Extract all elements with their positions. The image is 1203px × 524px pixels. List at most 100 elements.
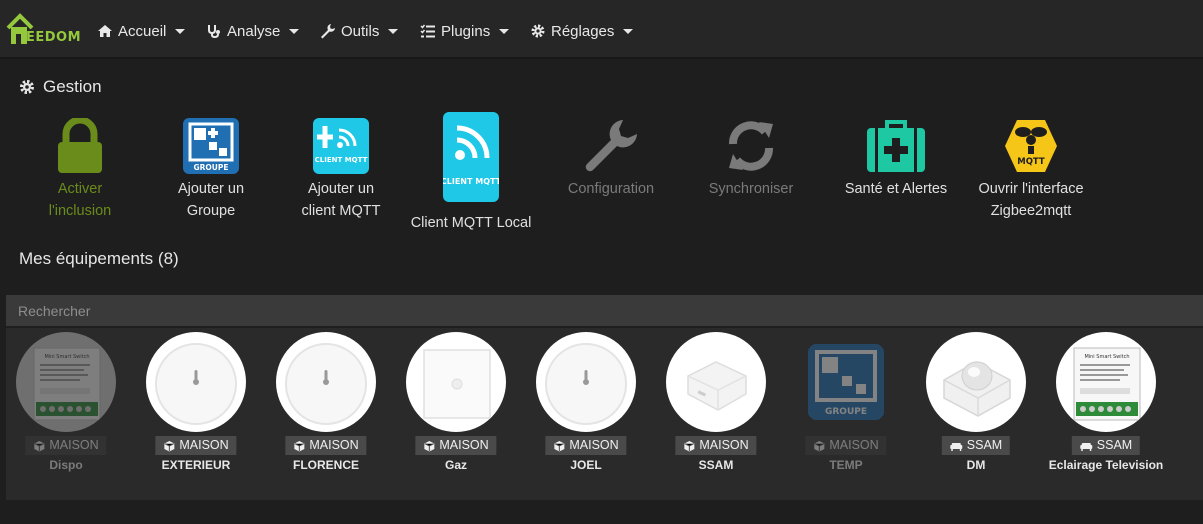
motion-sensor-icon xyxy=(943,361,1011,417)
cube-icon xyxy=(814,440,825,451)
logo-text: EEDOM xyxy=(26,30,82,45)
wrench-icon xyxy=(321,24,335,39)
gear-icon xyxy=(20,80,34,94)
equipment-image: Mini Smart Switch xyxy=(1056,332,1156,432)
mqtt-client-local-icon: CLIENT MQTT xyxy=(443,112,499,202)
chevron-down-icon xyxy=(175,28,186,34)
add-group-button[interactable]: GROUPE Ajouter un Groupe xyxy=(161,118,261,222)
add-mqtt-client-line1: Ajouter un xyxy=(307,181,375,197)
equipment-card[interactable]: MAISON JOEL xyxy=(526,332,646,482)
object-badge: MAISON xyxy=(415,436,497,455)
lock-icon xyxy=(58,118,102,173)
health-alerts-label: Santé et Alertes xyxy=(844,181,948,197)
open-zigbee2mqtt-button[interactable]: MQTT Ouvrir l'interface Zigbee2mqtt xyxy=(972,118,1090,222)
equipment-card[interactable]: MAISON SSAM xyxy=(656,332,776,482)
cube-icon xyxy=(684,440,695,451)
sofa-icon xyxy=(1080,442,1093,451)
equipment-card[interactable]: GROUPE MAISON TEMP xyxy=(786,332,906,482)
mqtt-client-add-icon: CLIENT MQTT xyxy=(313,118,369,174)
cube-icon xyxy=(34,440,45,451)
object-badge: SSAM xyxy=(1071,436,1141,455)
gestion-title-text: Gestion xyxy=(43,77,102,96)
nav-reglages[interactable]: Réglages xyxy=(530,20,634,42)
nav-analyse[interactable]: Analyse xyxy=(206,20,300,42)
equipment-name: Eclairage Television xyxy=(1048,458,1164,472)
activate-inclusion-line1: Activer xyxy=(57,181,103,197)
equipment-image xyxy=(276,332,376,432)
equipment-card[interactable]: MAISON FLORENCE xyxy=(266,332,386,482)
equipment-name: JOEL xyxy=(570,458,602,472)
equipment-list: Mini Smart Switch MAISON Dispo MAISON EX… xyxy=(6,328,1203,500)
nav-analyse-label: Analyse xyxy=(227,22,281,40)
health-alerts-button[interactable]: Santé et Alertes xyxy=(836,118,956,200)
sync-icon xyxy=(729,121,773,171)
zigbee2mqtt-bee-icon: MQTT xyxy=(1005,120,1057,172)
mqtt-icon-text: MQTT xyxy=(1017,157,1045,167)
object-name: MAISON xyxy=(569,438,619,452)
object-badge: MAISON xyxy=(545,436,627,455)
nav-accueil[interactable]: Accueil xyxy=(97,20,186,42)
equipment-card[interactable]: Mini Smart Switch SSAM Eclairage Televis… xyxy=(1046,332,1166,482)
add-group-line1: Ajouter un xyxy=(177,181,245,197)
configuration-label: Configuration xyxy=(567,181,655,197)
nav-plugins[interactable]: Plugins xyxy=(420,20,510,42)
groupe-icon-text: GROUPE xyxy=(193,163,228,172)
search-input[interactable] xyxy=(6,295,1203,326)
chevron-down-icon xyxy=(499,28,510,34)
object-name: SSAM xyxy=(1096,438,1133,452)
object-name: MAISON xyxy=(179,438,229,452)
cube-icon xyxy=(424,440,435,451)
equipment-card[interactable]: SSAM DM xyxy=(916,332,1036,482)
object-name: SSAM xyxy=(966,438,1003,452)
cube-icon xyxy=(294,440,305,451)
object-badge: MAISON xyxy=(155,436,237,455)
nav-outils[interactable]: Outils xyxy=(320,20,399,42)
equipment-name: SSAM xyxy=(698,458,734,472)
object-badge: MAISON xyxy=(25,436,107,455)
chevron-down-icon xyxy=(289,28,300,34)
equipment-name: DM xyxy=(966,458,986,472)
client-mqtt-local-button[interactable]: CLIENT MQTT Client MQTT Local xyxy=(405,112,537,234)
switch-label: Mini Smart Switch xyxy=(1084,354,1129,360)
add-group-line2: Groupe xyxy=(186,203,236,219)
chevron-down-icon xyxy=(623,28,634,34)
equipment-card[interactable]: MAISON Gaz xyxy=(396,332,516,482)
client-mqtt-local-icon-text: CLIENT MQTT xyxy=(443,177,499,186)
equipments-title: Mes équipements (8) xyxy=(19,249,179,268)
configuration-button[interactable]: Configuration xyxy=(560,118,662,200)
jeedom-logo[interactable]: EEDOM xyxy=(6,12,82,46)
top-navbar: EEDOM Accueil Analyse Outils Plugins Rég… xyxy=(0,0,1203,59)
stethoscope-icon xyxy=(208,25,220,39)
object-badge: SSAM xyxy=(941,436,1011,455)
object-badge: MAISON xyxy=(805,436,887,455)
chevron-down-icon xyxy=(388,28,399,34)
activate-inclusion-button[interactable]: Activer l'inclusion xyxy=(30,118,130,222)
equipment-image xyxy=(146,332,246,432)
activate-inclusion-line2: l'inclusion xyxy=(48,203,112,219)
cube-icon xyxy=(554,440,565,451)
equipment-image xyxy=(536,332,636,432)
add-mqtt-client-button[interactable]: CLIENT MQTT Ajouter un client MQTT xyxy=(291,118,391,222)
equipment-card[interactable]: Mini Smart Switch MAISON Dispo xyxy=(6,332,126,482)
gestion-title: Gestion xyxy=(19,77,102,97)
object-name: MAISON xyxy=(49,438,99,452)
temp-sensor-icon xyxy=(285,343,367,425)
equipment-name: Gaz xyxy=(444,458,467,472)
open-zigbee2mqtt-line1: Ouvrir l'interface xyxy=(978,181,1084,197)
equipment-name: EXTERIEUR xyxy=(161,458,231,472)
object-name: MAISON xyxy=(699,438,749,452)
equipment-image xyxy=(926,332,1026,432)
object-name: MAISON xyxy=(309,438,359,452)
sofa-icon xyxy=(950,442,963,451)
client-mqtt-icon-text: CLIENT MQTT xyxy=(315,156,368,164)
gear-icon xyxy=(531,24,545,38)
equipment-card[interactable]: MAISON EXTERIEUR xyxy=(136,332,256,482)
equipment-image xyxy=(666,332,766,432)
client-mqtt-local-label: Client MQTT Local xyxy=(410,215,532,231)
square-sensor-icon xyxy=(423,349,491,419)
synchronize-button[interactable]: Synchroniser xyxy=(701,118,801,200)
object-badge: MAISON xyxy=(675,436,757,455)
equipment-image: GROUPE xyxy=(796,332,896,432)
mini-switch-icon: Mini Smart Switch xyxy=(1073,347,1141,421)
object-name: MAISON xyxy=(439,438,489,452)
